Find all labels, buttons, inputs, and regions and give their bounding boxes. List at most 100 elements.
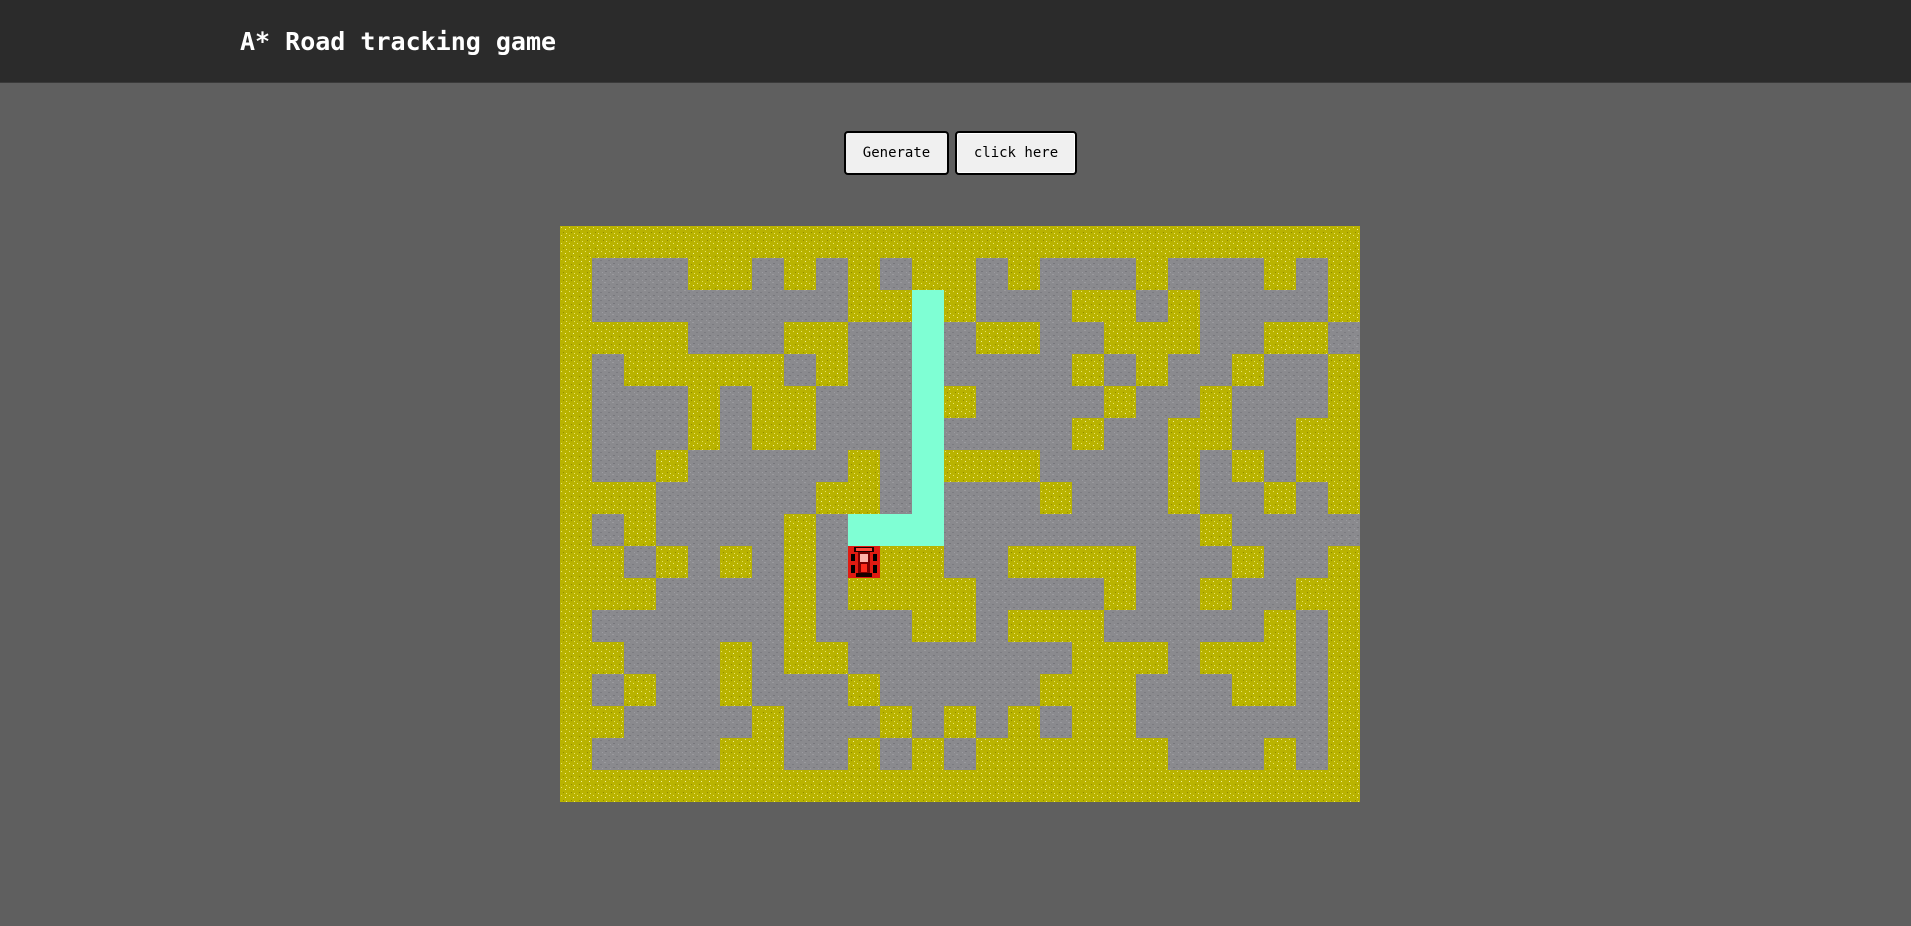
road-cell[interactable] bbox=[720, 482, 752, 514]
road-cell[interactable] bbox=[752, 482, 784, 514]
wall-cell[interactable] bbox=[1200, 770, 1232, 802]
road-cell[interactable] bbox=[1104, 610, 1136, 642]
wall-cell[interactable] bbox=[624, 770, 656, 802]
wall-cell[interactable] bbox=[560, 610, 592, 642]
road-cell[interactable] bbox=[1168, 546, 1200, 578]
wall-cell[interactable] bbox=[912, 770, 944, 802]
wall-cell[interactable] bbox=[720, 642, 752, 674]
wall-cell[interactable] bbox=[560, 482, 592, 514]
wall-cell[interactable] bbox=[1072, 226, 1104, 258]
road-cell[interactable] bbox=[1200, 546, 1232, 578]
wall-cell[interactable] bbox=[1104, 674, 1136, 706]
road-cell[interactable] bbox=[1200, 450, 1232, 482]
road-cell[interactable] bbox=[752, 258, 784, 290]
road-cell[interactable] bbox=[592, 290, 624, 322]
road-cell[interactable] bbox=[944, 674, 976, 706]
wall-cell[interactable] bbox=[720, 674, 752, 706]
wall-cell[interactable] bbox=[944, 290, 976, 322]
wall-cell[interactable] bbox=[1200, 578, 1232, 610]
road-cell[interactable] bbox=[816, 578, 848, 610]
wall-cell[interactable] bbox=[816, 354, 848, 386]
road-cell[interactable] bbox=[688, 322, 720, 354]
road-cell[interactable] bbox=[752, 578, 784, 610]
road-cell[interactable] bbox=[1040, 418, 1072, 450]
road-cell[interactable] bbox=[1296, 674, 1328, 706]
road-cell[interactable] bbox=[624, 258, 656, 290]
road-cell[interactable] bbox=[880, 642, 912, 674]
wall-cell[interactable] bbox=[752, 226, 784, 258]
road-cell[interactable] bbox=[624, 450, 656, 482]
road-cell[interactable] bbox=[688, 482, 720, 514]
road-cell[interactable] bbox=[816, 418, 848, 450]
wall-cell[interactable] bbox=[1136, 770, 1168, 802]
road-cell[interactable] bbox=[1296, 354, 1328, 386]
road-cell[interactable] bbox=[688, 674, 720, 706]
road-cell[interactable] bbox=[656, 482, 688, 514]
road-cell[interactable] bbox=[976, 514, 1008, 546]
wall-cell[interactable] bbox=[624, 482, 656, 514]
wall-cell[interactable] bbox=[1328, 546, 1360, 578]
road-cell[interactable] bbox=[1104, 450, 1136, 482]
wall-cell[interactable] bbox=[1328, 226, 1360, 258]
road-cell[interactable] bbox=[624, 546, 656, 578]
road-cell[interactable] bbox=[880, 418, 912, 450]
road-cell[interactable] bbox=[1232, 258, 1264, 290]
wall-cell[interactable] bbox=[848, 770, 880, 802]
road-cell[interactable] bbox=[624, 290, 656, 322]
path-cell[interactable] bbox=[880, 514, 912, 546]
road-cell[interactable] bbox=[944, 642, 976, 674]
wall-cell[interactable] bbox=[1264, 642, 1296, 674]
path-cell[interactable] bbox=[912, 290, 944, 322]
road-cell[interactable] bbox=[656, 386, 688, 418]
road-cell[interactable] bbox=[1136, 546, 1168, 578]
road-cell[interactable] bbox=[592, 738, 624, 770]
wall-cell[interactable] bbox=[944, 610, 976, 642]
wall-cell[interactable] bbox=[1328, 386, 1360, 418]
wall-cell[interactable] bbox=[1008, 706, 1040, 738]
path-cell[interactable] bbox=[912, 322, 944, 354]
road-cell[interactable] bbox=[656, 738, 688, 770]
wall-cell[interactable] bbox=[1008, 450, 1040, 482]
wall-cell[interactable] bbox=[560, 546, 592, 578]
road-cell[interactable] bbox=[656, 290, 688, 322]
grid-cells[interactable] bbox=[560, 226, 1360, 802]
wall-cell[interactable] bbox=[848, 226, 880, 258]
road-cell[interactable] bbox=[720, 322, 752, 354]
wall-cell[interactable] bbox=[1328, 482, 1360, 514]
road-cell[interactable] bbox=[976, 482, 1008, 514]
road-cell[interactable] bbox=[1104, 418, 1136, 450]
wall-cell[interactable] bbox=[592, 706, 624, 738]
road-cell[interactable] bbox=[656, 674, 688, 706]
road-cell[interactable] bbox=[848, 610, 880, 642]
wall-cell[interactable] bbox=[1328, 610, 1360, 642]
wall-cell[interactable] bbox=[1104, 770, 1136, 802]
wall-cell[interactable] bbox=[848, 674, 880, 706]
path-cell[interactable] bbox=[912, 482, 944, 514]
road-cell[interactable] bbox=[1072, 386, 1104, 418]
road-cell[interactable] bbox=[688, 450, 720, 482]
wall-cell[interactable] bbox=[784, 610, 816, 642]
road-cell[interactable] bbox=[1232, 706, 1264, 738]
road-cell[interactable] bbox=[880, 674, 912, 706]
road-cell[interactable] bbox=[848, 322, 880, 354]
road-cell[interactable] bbox=[1040, 258, 1072, 290]
wall-cell[interactable] bbox=[1264, 226, 1296, 258]
road-cell[interactable] bbox=[688, 706, 720, 738]
wall-cell[interactable] bbox=[1072, 354, 1104, 386]
road-cell[interactable] bbox=[1296, 258, 1328, 290]
road-cell[interactable] bbox=[752, 514, 784, 546]
wall-cell[interactable] bbox=[720, 546, 752, 578]
road-cell[interactable] bbox=[1168, 386, 1200, 418]
wall-cell[interactable] bbox=[752, 706, 784, 738]
wall-cell[interactable] bbox=[1104, 738, 1136, 770]
road-cell[interactable] bbox=[880, 386, 912, 418]
wall-cell[interactable] bbox=[560, 290, 592, 322]
wall-cell[interactable] bbox=[816, 770, 848, 802]
wall-cell[interactable] bbox=[1232, 770, 1264, 802]
road-cell[interactable] bbox=[656, 610, 688, 642]
road-cell[interactable] bbox=[880, 258, 912, 290]
road-cell[interactable] bbox=[1136, 610, 1168, 642]
wall-cell[interactable] bbox=[1328, 258, 1360, 290]
road-cell[interactable] bbox=[1264, 450, 1296, 482]
wall-cell[interactable] bbox=[1008, 258, 1040, 290]
